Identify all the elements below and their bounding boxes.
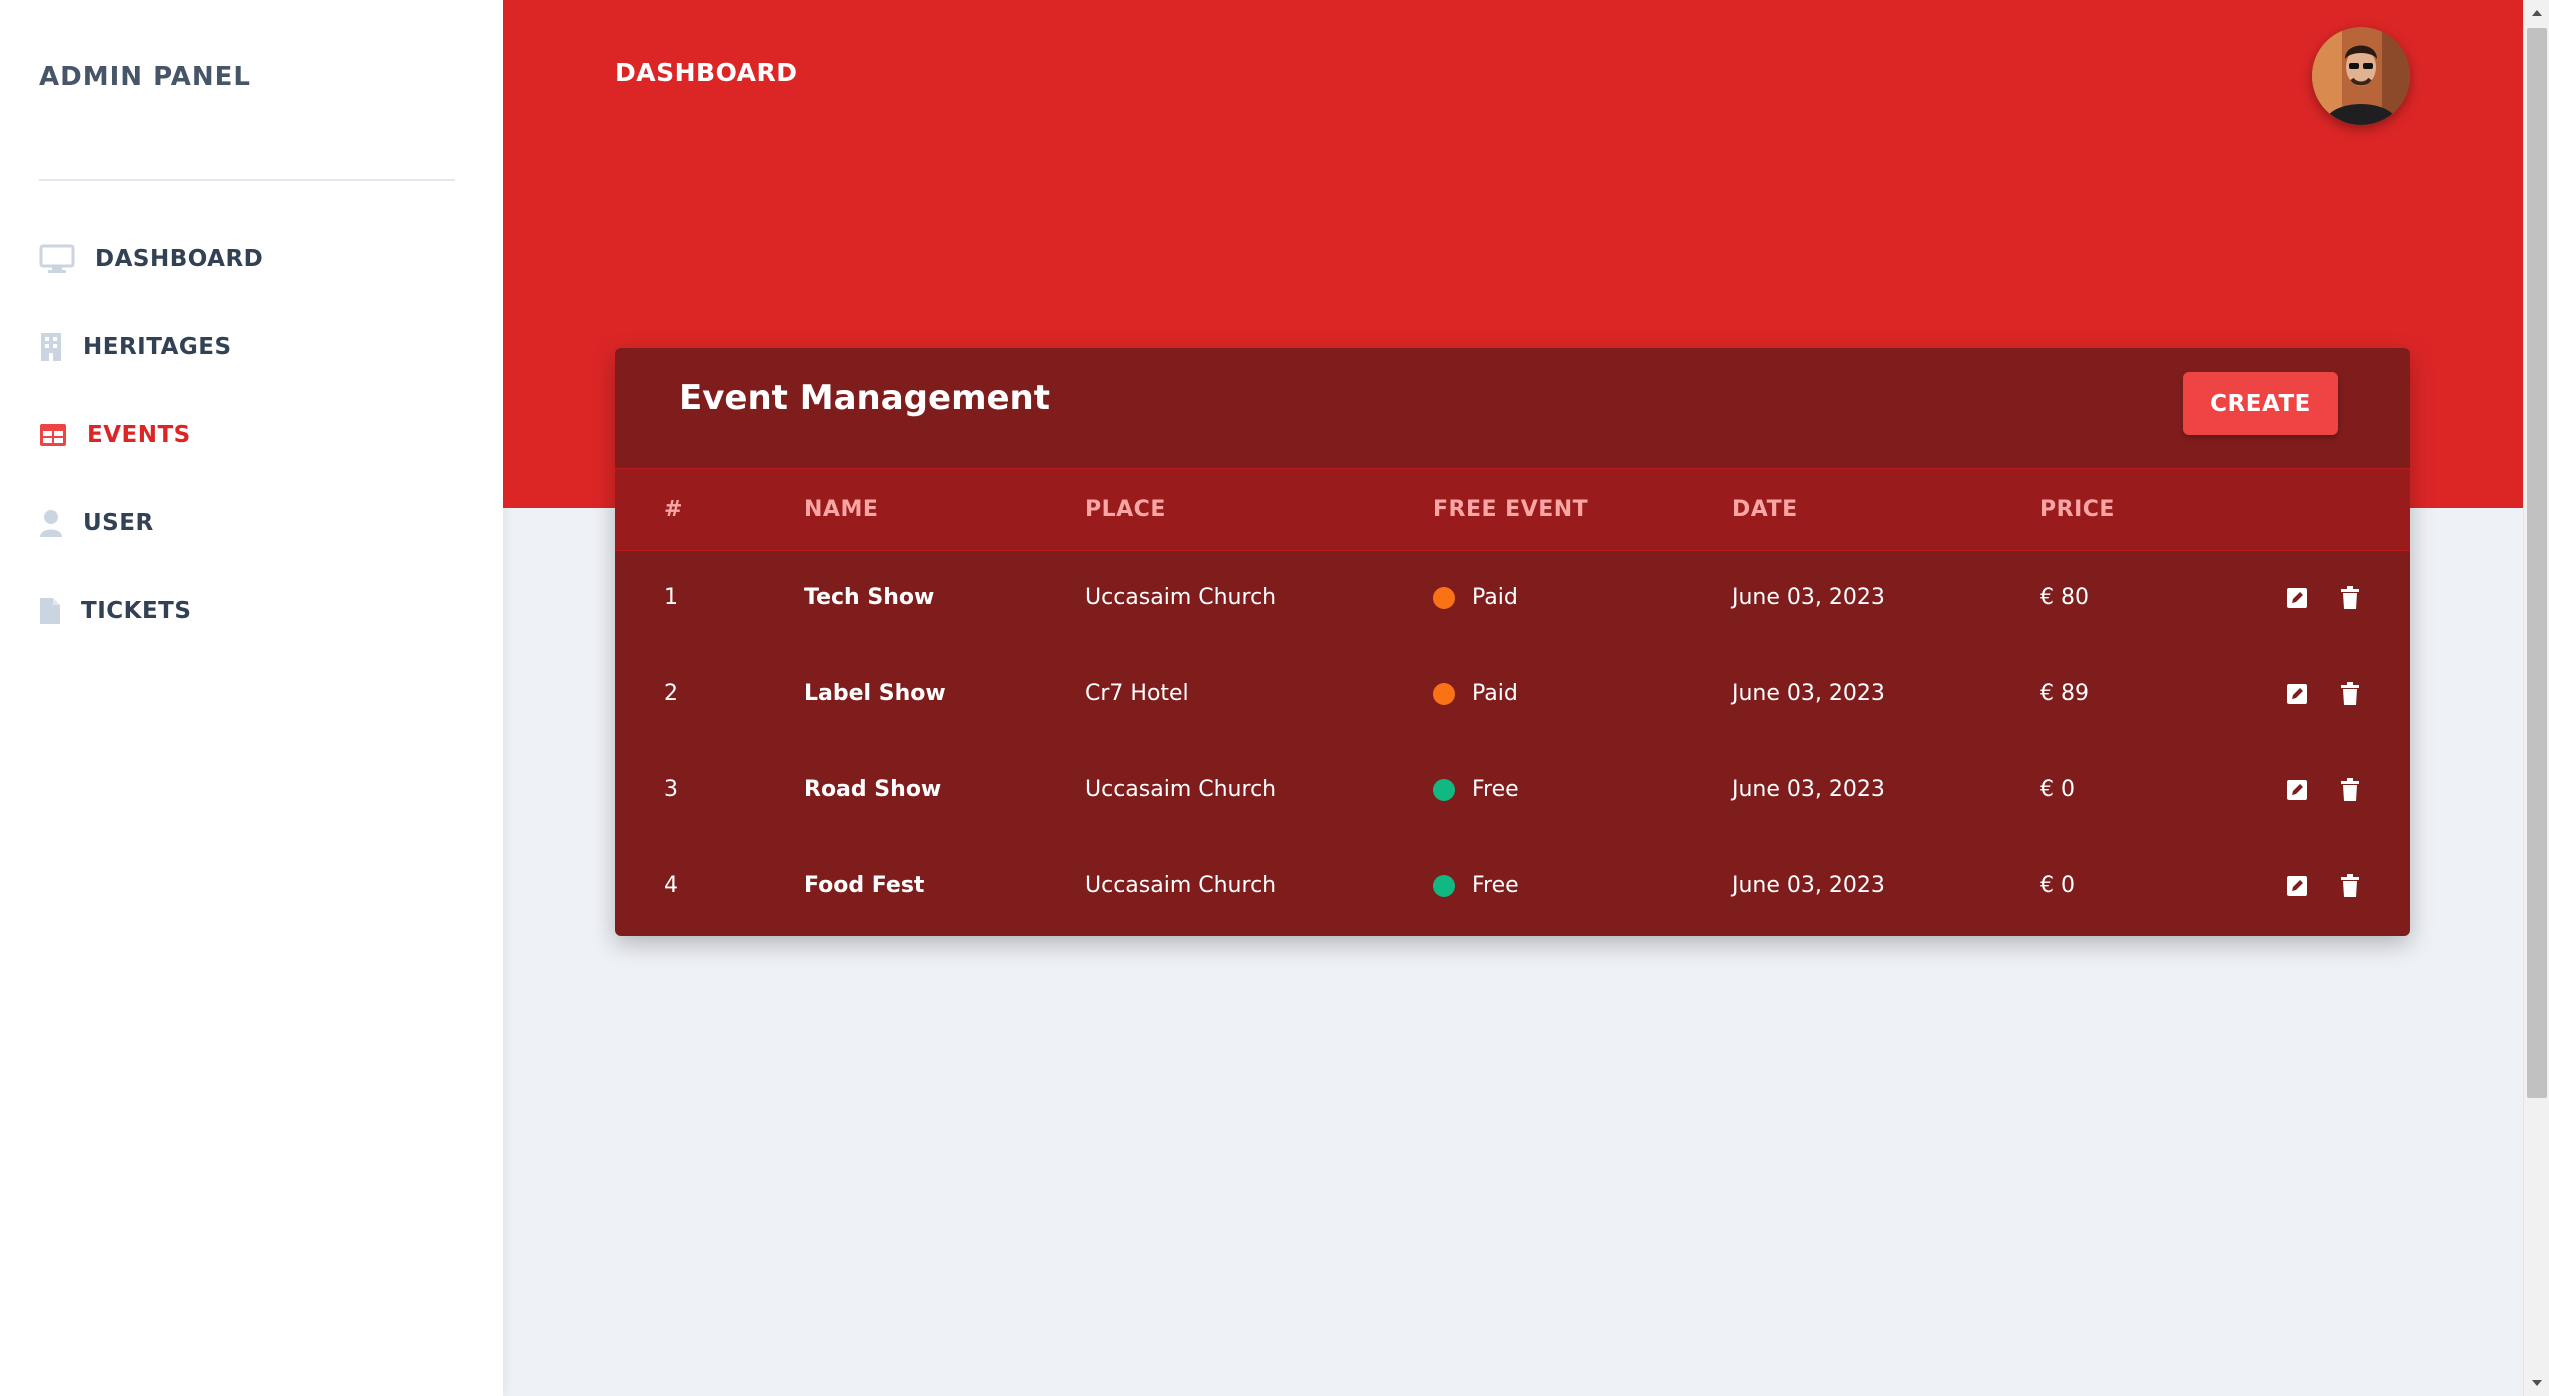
cell-status: Paid <box>1472 681 1518 706</box>
cell-number: 2 <box>664 681 678 706</box>
column-header-free-event: FREE EVENT <box>1433 497 1589 522</box>
sidebar-item-label: EVENTS <box>87 422 191 448</box>
trash-icon[interactable] <box>2337 777 2363 803</box>
column-header-place: PLACE <box>1085 497 1166 522</box>
table-row: 1 Tech Show Uccasaim Church Paid June 03… <box>615 551 2410 647</box>
cell-place: Cr7 Hotel <box>1085 681 1189 706</box>
create-button[interactable]: CREATE <box>2183 372 2338 435</box>
cell-price: € 0 <box>2040 873 2075 898</box>
sidebar-item-label: TICKETS <box>81 598 192 624</box>
table-row: 3 Road Show Uccasaim Church Free June 03… <box>615 743 2410 839</box>
cell-date: June 03, 2023 <box>1732 777 1885 802</box>
event-management-card: Event Management CREATE # NAME PLACE FRE… <box>615 348 2410 936</box>
monitor-icon <box>39 244 75 274</box>
sidebar-item-dashboard[interactable]: DASHBOARD <box>39 239 263 279</box>
scroll-down-icon[interactable] <box>2524 1370 2549 1396</box>
table-icon <box>39 423 67 447</box>
column-header-date: DATE <box>1732 497 1798 522</box>
table-row: 2 Label Show Cr7 Hotel Paid June 03, 202… <box>615 647 2410 743</box>
page-title: DASHBOARD <box>615 58 798 87</box>
cell-price: € 80 <box>2040 585 2089 610</box>
sidebar-item-label: DASHBOARD <box>95 246 264 272</box>
avatar[interactable] <box>2312 27 2410 125</box>
building-icon <box>39 332 63 362</box>
cell-name: Road Show <box>804 777 942 802</box>
sidebar-item-label: HERITAGES <box>83 334 232 360</box>
cell-place: Uccasaim Church <box>1085 585 1277 610</box>
cell-name: Label Show <box>804 681 946 706</box>
trash-icon[interactable] <box>2337 585 2363 611</box>
card-title: Event Management <box>679 378 1051 418</box>
column-header-name: NAME <box>804 497 879 522</box>
cell-date: June 03, 2023 <box>1732 681 1885 706</box>
cell-name: Tech Show <box>804 585 935 610</box>
edit-icon[interactable] <box>2284 873 2310 899</box>
scrollbar[interactable] <box>2523 0 2549 1396</box>
status-dot <box>1433 875 1455 897</box>
scrollbar-thumb[interactable] <box>2527 28 2547 1098</box>
brand-title: ADMIN PANEL <box>39 62 251 92</box>
cell-number: 4 <box>664 873 678 898</box>
status-dot <box>1433 683 1455 705</box>
cell-status: Free <box>1472 873 1519 898</box>
column-header-price: PRICE <box>2040 497 2115 522</box>
status-dot <box>1433 779 1455 801</box>
file-icon <box>39 597 61 625</box>
cell-status: Paid <box>1472 585 1518 610</box>
edit-icon[interactable] <box>2284 681 2310 707</box>
trash-icon[interactable] <box>2337 873 2363 899</box>
cell-price: € 89 <box>2040 681 2089 706</box>
sidebar-item-tickets[interactable]: TICKETS <box>39 591 191 631</box>
cell-name: Food Fest <box>804 873 925 898</box>
cell-place: Uccasaim Church <box>1085 777 1277 802</box>
sidebar-item-events[interactable]: EVENTS <box>39 415 191 455</box>
edit-icon[interactable] <box>2284 777 2310 803</box>
sidebar-item-heritages[interactable]: HERITAGES <box>39 327 232 367</box>
cell-place: Uccasaim Church <box>1085 873 1277 898</box>
cell-date: June 03, 2023 <box>1732 585 1885 610</box>
cell-number: 1 <box>664 585 678 610</box>
cell-status: Free <box>1472 777 1519 802</box>
cell-number: 3 <box>664 777 678 802</box>
table-header: # NAME PLACE FREE EVENT DATE PRICE <box>615 468 2410 551</box>
edit-icon[interactable] <box>2284 585 2310 611</box>
user-icon <box>39 509 63 537</box>
status-dot <box>1433 587 1455 609</box>
cell-price: € 0 <box>2040 777 2075 802</box>
trash-icon[interactable] <box>2337 681 2363 707</box>
column-header-number: # <box>664 497 683 522</box>
scroll-up-icon[interactable] <box>2524 0 2549 26</box>
cell-date: June 03, 2023 <box>1732 873 1885 898</box>
sidebar-item-label: USER <box>83 510 154 536</box>
sidebar-divider <box>39 179 455 181</box>
table-row: 4 Food Fest Uccasaim Church Free June 03… <box>615 839 2410 935</box>
sidebar: ADMIN PANEL DASHBOARD HERITAGES EVENTS U… <box>0 0 503 1396</box>
sidebar-item-user[interactable]: USER <box>39 503 154 543</box>
